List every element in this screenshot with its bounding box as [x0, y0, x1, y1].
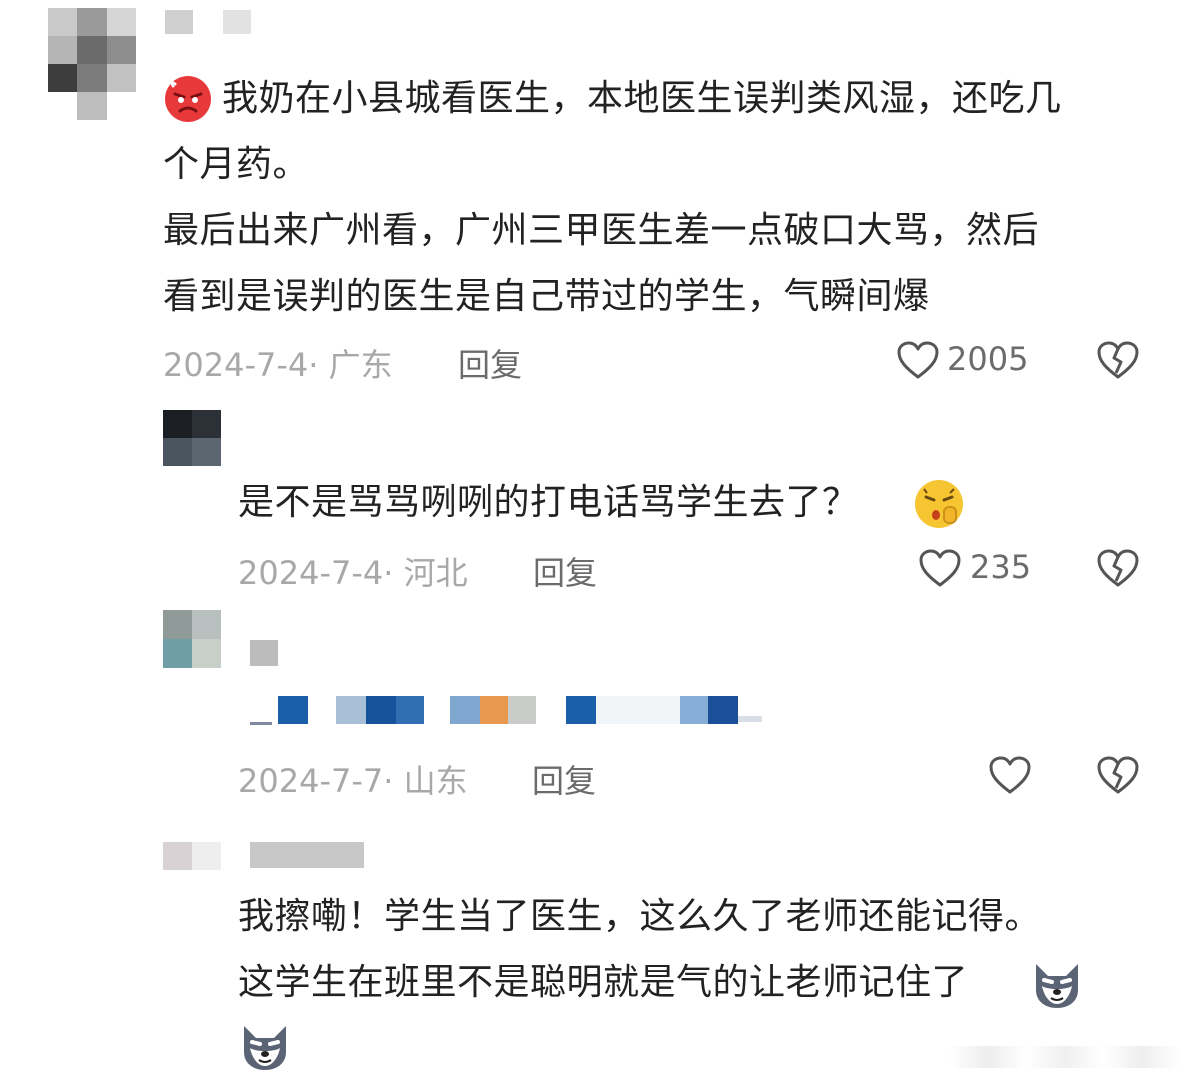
comment-text: 我擦嘞！学生当了医生，这么久了老师还能记得。 [238, 896, 1042, 937]
avatar[interactable] [48, 8, 136, 120]
like-count: 235 [970, 548, 1032, 586]
comment-text: 个月药。 [163, 144, 310, 185]
heart-icon[interactable] [918, 548, 962, 588]
comment-date-location: 2024-7-4· 广东 [163, 346, 393, 384]
husky-dog-emoji [1036, 964, 1078, 1008]
avatar[interactable] [163, 610, 221, 668]
avatar[interactable] [163, 410, 221, 466]
comment-date-location: 2024-7-4· 河北 [238, 554, 468, 592]
shushing-face-emoji [915, 480, 963, 528]
comment-text: 是不是骂骂咧咧的打电话骂学生去了？ [238, 482, 859, 523]
broken-heart-icon[interactable] [1096, 755, 1140, 795]
like-count: 2005 [947, 340, 1029, 378]
comment-text: 我奶在小县城看医生，本地医生误判类风湿，还吃几 [222, 78, 1062, 119]
comment-text: 看到是误判的医生是自己带过的学生，气瞬间爆 [163, 276, 930, 317]
username[interactable] [250, 640, 278, 666]
comment-text: 最后出来广州看，广州三甲医生差一点破口大骂，然后 [163, 210, 1040, 251]
username[interactable] [223, 10, 251, 34]
husky-dog-emoji [244, 1026, 286, 1070]
angry-face-emoji [165, 74, 211, 122]
heart-icon[interactable] [896, 340, 940, 380]
reply-button[interactable]: 回复 [458, 340, 522, 386]
comment-date-location: 2024-7-7· 山东 [238, 762, 468, 800]
pixelated-comment-text [250, 696, 770, 726]
username[interactable] [250, 842, 364, 868]
broken-heart-icon[interactable] [1096, 340, 1140, 380]
comment-text: 这学生在班里不是聪明就是气的让老师记住了 [238, 962, 969, 1003]
reply-button[interactable]: 回复 [533, 548, 597, 594]
reply-button[interactable]: 回复 [532, 756, 596, 802]
username[interactable] [165, 10, 193, 34]
broken-heart-icon[interactable] [1096, 548, 1140, 588]
avatar[interactable] [163, 842, 221, 870]
heart-icon[interactable] [988, 755, 1032, 795]
watermark [950, 1046, 1180, 1068]
